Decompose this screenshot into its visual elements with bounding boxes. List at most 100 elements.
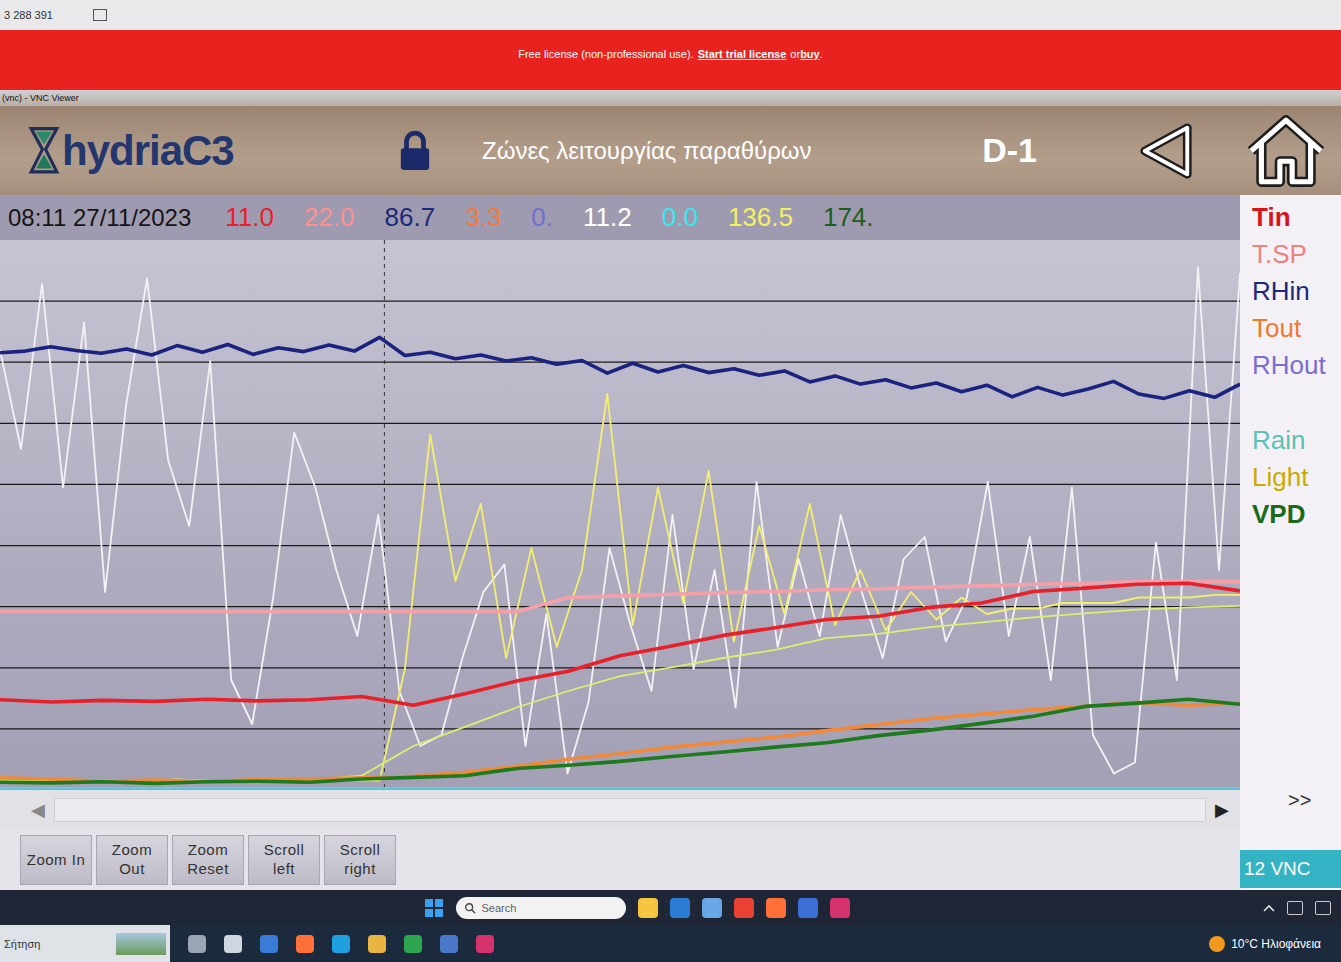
host-taskbar: Σήτηση 10°C Ηλιοφάνεια (0, 925, 1341, 962)
host-app-icon[interactable] (296, 935, 314, 953)
tray-chevron-icon[interactable] (1263, 904, 1275, 912)
sun-icon (1209, 936, 1225, 952)
scroll-right-arrow[interactable]: ▶ (1212, 799, 1232, 821)
legend-item[interactable]: RHin (1252, 273, 1341, 310)
window-icon (93, 9, 107, 21)
scroll-left-arrow[interactable]: ◀ (28, 799, 48, 821)
app-icon[interactable] (638, 898, 658, 918)
vnc-title: (vnc) - VNC Viewer (2, 93, 79, 103)
readout-value: 0. (531, 202, 553, 233)
top-strip: 3 288 391 (0, 0, 1341, 30)
screen: 3 288 391 Free license (non-professional … (0, 0, 1341, 962)
grid-line (0, 301, 1240, 302)
scroll-track[interactable] (54, 798, 1206, 822)
app-icon[interactable] (798, 898, 818, 918)
legend-item[interactable]: Light (1252, 459, 1341, 496)
series-line (0, 787, 1240, 789)
series-line (0, 583, 1240, 705)
host-app-icon[interactable] (224, 935, 242, 953)
series-line (0, 606, 1240, 783)
host-search-text: Σήτηση (4, 938, 40, 950)
chart-button[interactable]: Scroll left (248, 835, 320, 885)
app-icon[interactable] (702, 898, 722, 918)
readout-value: 174. (823, 202, 874, 233)
series-line (0, 703, 1240, 782)
app-icon[interactable] (766, 898, 786, 918)
chart-button[interactable]: Zoom Out (96, 835, 168, 885)
weather[interactable]: 10°C Ηλιοφάνεια (1209, 936, 1321, 952)
search-box[interactable]: Search (456, 897, 626, 919)
grid-line (0, 728, 1240, 729)
grid-line (0, 545, 1240, 546)
banner-text: Free license (non-professional use). (518, 48, 693, 60)
grid-line (0, 667, 1240, 668)
grid-line (0, 423, 1240, 424)
windows-icon[interactable] (424, 898, 444, 918)
host-search-box[interactable]: Σήτηση (0, 925, 170, 962)
chart-button[interactable]: Zoom Reset (172, 835, 244, 885)
trial-link[interactable]: Start trial license (698, 48, 787, 60)
top-strip-text: 3 288 391 (4, 9, 53, 21)
vnc-badge: 12 VNC (1240, 850, 1341, 888)
readout-value: 22.0 (304, 202, 355, 233)
screen-title: Ζώνες λειτουργίας παραθύρων (482, 137, 812, 165)
button-bar: Zoom InZoom OutZoom ResetScroll leftScro… (0, 830, 1240, 890)
grid-line (0, 484, 1240, 485)
series-line (0, 582, 1240, 612)
cursor-line (384, 240, 385, 790)
main-area: 08:11 27/11/2023 11.0 22.0 86.7 3.3 0. 11.2 0.0… (0, 195, 1341, 890)
search-placeholder: Search (482, 902, 517, 914)
readout-value: 86.7 (385, 202, 436, 233)
legend-item[interactable]: Tin (1252, 199, 1341, 236)
scrollbar[interactable]: ◀▶ (0, 790, 1240, 830)
chart-button[interactable]: Scroll right (324, 835, 396, 885)
readout-value: 11.2 (583, 202, 632, 233)
search-icon (464, 902, 476, 914)
app-header: hydriaC3 Ζώνες λειτουργίας παραθύρων D-1 (0, 106, 1341, 195)
lock-icon[interactable] (398, 130, 432, 172)
legend-item[interactable]: RHout (1252, 347, 1341, 384)
host-app-icon[interactable] (260, 935, 278, 953)
chart-button[interactable]: Zoom In (20, 835, 92, 885)
app-icon[interactable] (830, 898, 850, 918)
host-app-icon[interactable] (368, 935, 386, 953)
app-icon[interactable] (734, 898, 754, 918)
home-icon[interactable] (1245, 114, 1327, 188)
more-button[interactable]: >> (1252, 789, 1341, 812)
back-icon[interactable] (1137, 122, 1195, 180)
readout-value: 3.3 (465, 202, 501, 233)
timestamp: 08:11 27/11/2023 (8, 204, 191, 232)
legend-item[interactable]: VPD (1252, 496, 1341, 533)
screen-id: D-1 (982, 131, 1037, 170)
grid-line (0, 362, 1240, 363)
tray-icon[interactable] (1315, 901, 1331, 915)
legend-item[interactable]: T.SP (1252, 236, 1341, 273)
license-banner: Free license (non-professional use). Star… (0, 30, 1341, 90)
logo-text: hydriaC3 (62, 127, 234, 175)
host-app-icon[interactable] (404, 935, 422, 953)
host-app-icon[interactable] (440, 935, 458, 953)
series-line (0, 699, 1240, 783)
host-app-icon[interactable] (332, 935, 350, 953)
trend-chart[interactable] (0, 240, 1240, 790)
chart-panel: 08:11 27/11/2023 11.0 22.0 86.7 3.3 0. 11.2 0.0… (0, 195, 1240, 890)
legend-item[interactable]: Rain (1252, 422, 1341, 459)
series-line (0, 394, 1240, 782)
readouts-row: 08:11 27/11/2023 11.0 22.0 86.7 3.3 0. 11.2 0.0… (0, 195, 1240, 240)
legend-item[interactable]: Tout (1252, 310, 1341, 347)
series-line (0, 337, 1240, 398)
logo: hydriaC3 (28, 120, 388, 182)
buy-link[interactable]: buy (800, 48, 820, 60)
host-app-icon[interactable] (476, 935, 494, 953)
tray-icon[interactable] (1287, 901, 1303, 915)
vnc-title-bar: (vnc) - VNC Viewer (0, 90, 1341, 106)
app-icon[interactable] (670, 898, 690, 918)
grid-line (0, 606, 1240, 607)
readout-value: 0.0 (662, 202, 698, 233)
readout-value: 11.0 (225, 202, 274, 233)
host-app-icon[interactable] (188, 935, 206, 953)
hourglass-icon (28, 120, 60, 182)
legend: TinT.SPRHinToutRHout RainLightVPD >> 12 VNC (1240, 195, 1341, 890)
series-line (0, 268, 1240, 774)
search-picture (116, 933, 166, 955)
